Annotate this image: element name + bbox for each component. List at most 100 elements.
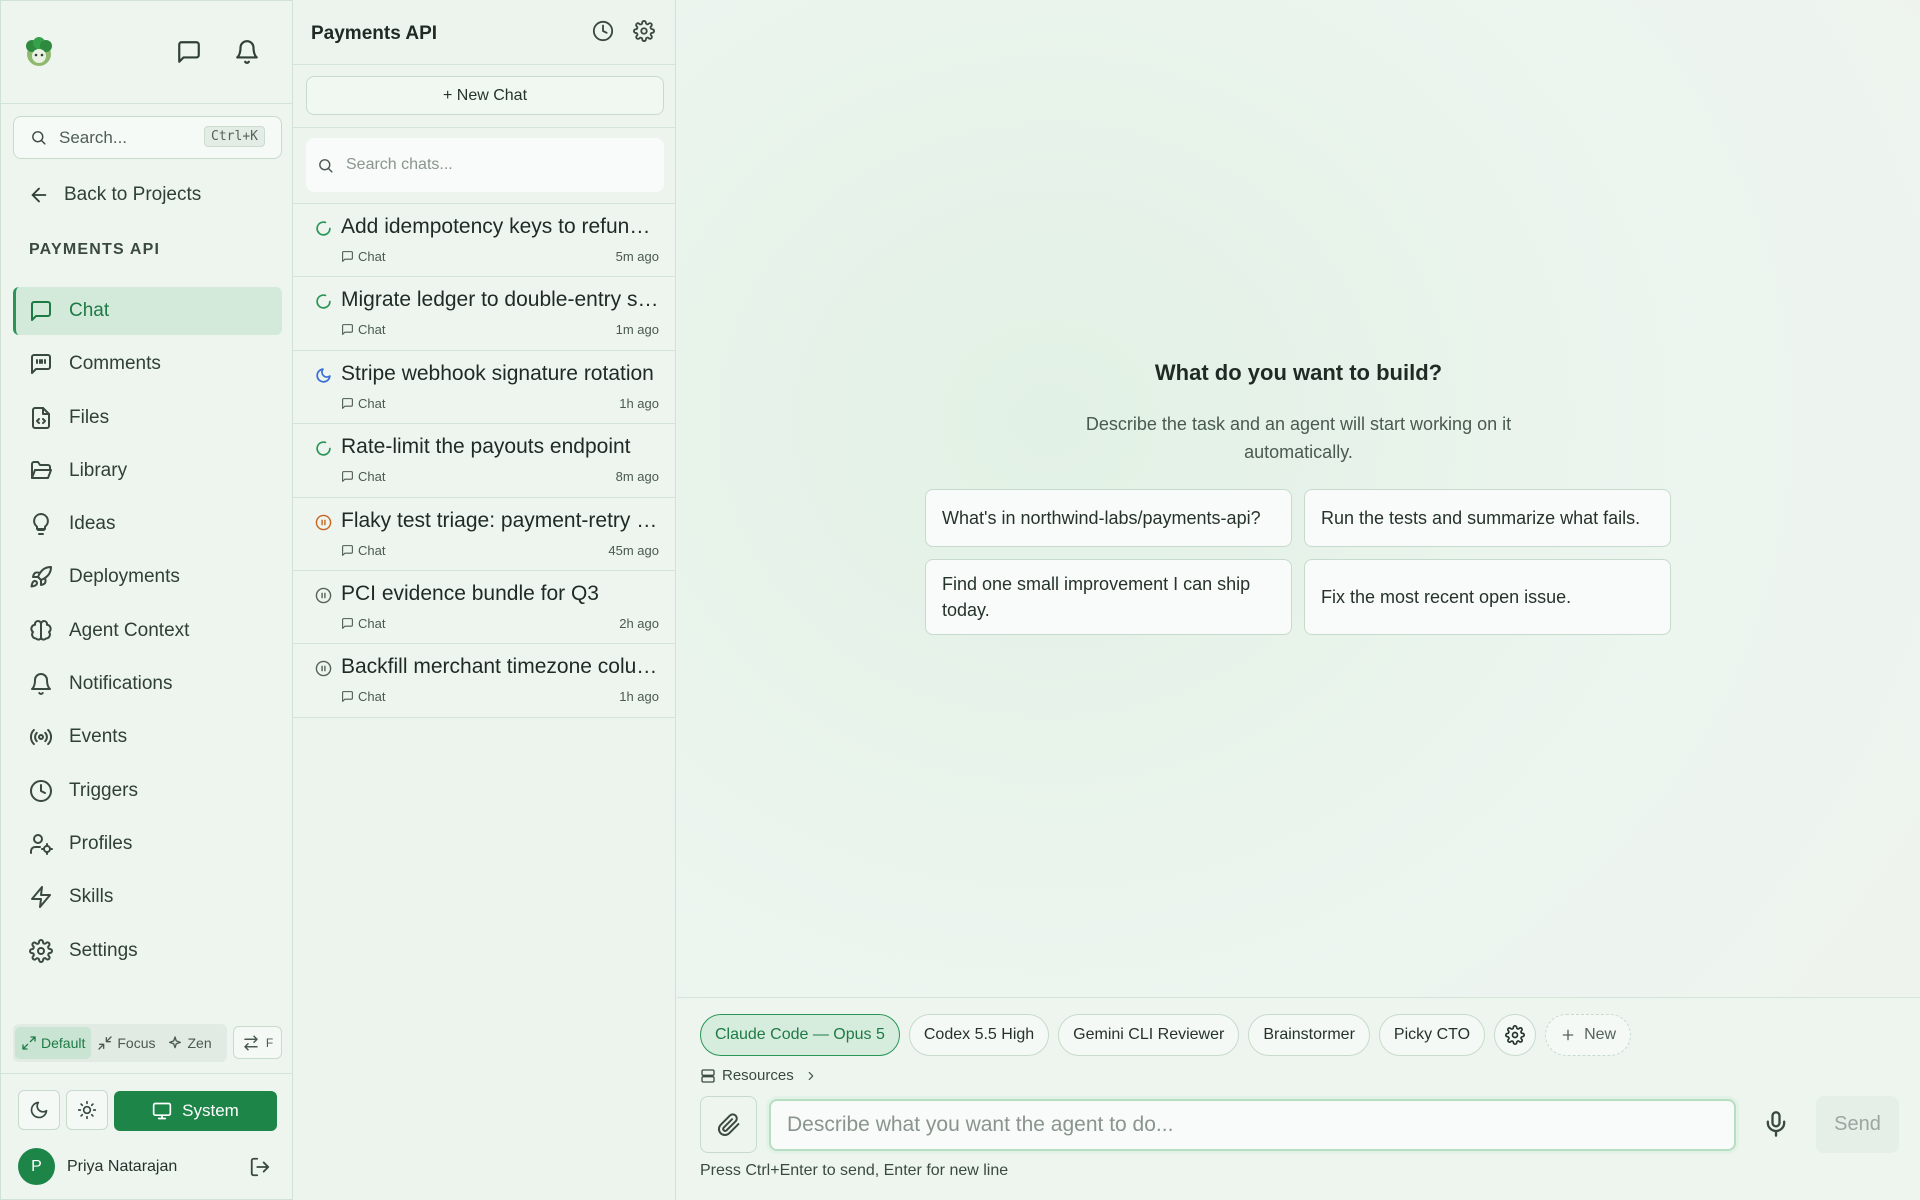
swap-shortcut-label: F <box>265 1035 274 1050</box>
list-item[interactable]: Migrate ledger to double-entry schema Cha… <box>293 277 675 351</box>
expand-icon <box>22 1036 36 1050</box>
dark-theme-button[interactable] <box>18 1090 60 1130</box>
theme-and-user-footer: System P Priya Natarajan <box>1 1073 294 1200</box>
new-agent-button[interactable]: New <box>1545 1014 1632 1056</box>
status-paused-icon <box>315 514 332 531</box>
mode-focus-label: Focus <box>117 1035 156 1051</box>
paperclip-icon <box>717 1112 739 1136</box>
sidebar-item-triggers[interactable]: Triggers <box>13 767 282 815</box>
message-square-icon <box>342 544 353 556</box>
main-area: What do you want to build? Describe the … <box>677 0 1920 1200</box>
attach-file-button[interactable] <box>700 1096 757 1153</box>
list-item[interactable]: Add idempotency keys to refund endpoint C… <box>293 204 675 278</box>
new-chat-button[interactable]: + New Chat <box>306 76 664 115</box>
sidebar-item-library[interactable]: Library <box>13 447 282 495</box>
gear-icon[interactable] <box>633 20 655 42</box>
sparkles-icon <box>169 1036 182 1049</box>
sidebar-item-chat[interactable]: Chat <box>13 287 282 335</box>
list-item[interactable]: PCI evidence bundle for Q3 Chat 2h ago <box>293 570 675 645</box>
chat-type-label: Chat <box>358 615 386 631</box>
clock-icon <box>30 779 52 802</box>
project-title: Payments API <box>311 23 438 44</box>
microphone-icon[interactable] <box>1762 1110 1790 1138</box>
chevron-right-icon <box>808 1071 814 1080</box>
chat-search-input[interactable]: Search chats... <box>306 138 664 192</box>
composer: Claude Code — Opus 5 Codex 5.5 High Gemi… <box>677 997 1920 1200</box>
list-item[interactable]: Stripe webhook signature rotation Chat 1h … <box>293 350 675 425</box>
app-logo-icon[interactable] <box>22 35 56 69</box>
mode-default-button[interactable]: Default <box>15 1027 92 1059</box>
sidebar-search[interactable]: Search... Ctrl+K <box>13 116 282 159</box>
monitor-icon <box>152 1102 172 1120</box>
list-item[interactable]: Rate-limit the payouts endpoint Chat 8m ag… <box>293 424 675 498</box>
swap-panels-button[interactable]: F <box>233 1026 282 1059</box>
radio-icon <box>29 729 53 746</box>
chat-timestamp: 2h ago <box>619 615 659 631</box>
system-theme-button[interactable]: System <box>114 1091 277 1131</box>
sidebar-item-label: Settings <box>69 939 138 961</box>
sidebar-item-comments[interactable]: Comments <box>13 340 282 388</box>
logout-icon[interactable] <box>249 1156 271 1178</box>
resources-label: Resources <box>722 1067 794 1084</box>
status-paused-icon <box>315 660 332 677</box>
chat-type-label: Chat <box>358 689 386 705</box>
message-square-icon <box>342 324 353 336</box>
messages-icon[interactable] <box>176 39 202 65</box>
status-paused-icon <box>315 587 332 604</box>
layout-mode-switcher: Default Focus Zen <box>13 1024 227 1062</box>
chat-type: Chat <box>341 616 385 631</box>
arrow-left-icon <box>31 187 47 203</box>
sidebar-item-files[interactable]: Files <box>13 394 282 442</box>
chat-search-placeholder: Search chats... <box>346 156 453 173</box>
suggestion-card[interactable]: What's in northwind-labs/payments-api? <box>925 489 1292 547</box>
server-icon <box>701 1068 715 1083</box>
status-idle-icon <box>315 367 332 384</box>
agent-chip[interactable]: Codex 5.5 High <box>908 1014 1050 1056</box>
sidebar-item-profiles[interactable]: Profiles <box>13 820 282 868</box>
list-item[interactable]: Flaky test triage: payment-retry worker C… <box>293 497 675 571</box>
agent-chip[interactable]: Brainstormer <box>1248 1014 1370 1056</box>
suggestion-card[interactable]: Run the tests and summarize what fails. <box>1304 489 1671 547</box>
suggestion-card[interactable]: Find one small improvement I can ship to… <box>925 559 1292 635</box>
chat-title: Rate-limit the payouts endpoint <box>341 435 631 459</box>
brain-icon <box>30 619 52 641</box>
prompt-input[interactable] <box>769 1099 1736 1151</box>
back-to-projects-link[interactable]: Back to Projects <box>28 184 201 206</box>
agent-chip[interactable]: Claude Code — Opus 5 <box>700 1014 900 1056</box>
history-icon[interactable] <box>592 20 614 42</box>
message-square-icon <box>342 691 353 703</box>
agent-selector: Claude Code — Opus 5 Codex 5.5 High Gemi… <box>700 1014 1632 1056</box>
message-quote-icon <box>31 354 51 375</box>
sidebar-item-settings[interactable]: Settings <box>13 927 282 975</box>
message-square-icon <box>31 301 51 321</box>
chat-list: Add idempotency keys to refund endpoint C… <box>293 203 675 718</box>
mode-zen-button[interactable]: Zen <box>161 1027 217 1059</box>
sidebar-item-agent-context[interactable]: Agent Context <box>13 607 282 655</box>
chat-type-label: Chat <box>358 395 386 411</box>
arrows-swap-icon <box>244 1035 258 1050</box>
sidebar-item-events[interactable]: Events <box>13 713 282 761</box>
sidebar-item-ideas[interactable]: Ideas <box>13 500 282 548</box>
resources-toggle[interactable]: Resources <box>700 1067 818 1084</box>
sidebar-item-deployments[interactable]: Deployments <box>13 553 282 601</box>
sidebar-item-skills[interactable]: Skills <box>13 873 282 921</box>
gear-icon <box>1505 1025 1525 1045</box>
mode-focus-button[interactable]: Focus <box>91 1027 161 1059</box>
list-item[interactable]: Backfill merchant timezone column Chat 1h … <box>293 644 675 718</box>
sidebar-item-label: Ideas <box>69 513 116 535</box>
status-running-icon <box>315 220 332 237</box>
chat-timestamp: 45m ago <box>608 542 659 558</box>
sidebar-item-notifications[interactable]: Notifications <box>13 660 282 708</box>
agent-chip[interactable]: Gemini CLI Reviewer <box>1058 1014 1240 1056</box>
suggestion-card[interactable]: Fix the most recent open issue. <box>1304 559 1671 635</box>
system-theme-label: System <box>182 1101 239 1120</box>
agent-chip[interactable]: Picky CTO <box>1378 1014 1486 1056</box>
send-button[interactable]: Send <box>1816 1096 1899 1153</box>
bell-icon[interactable] <box>234 39 260 65</box>
sidebar-header <box>1 1 292 104</box>
user-profile[interactable]: P Priya Natarajan <box>18 1148 177 1185</box>
light-theme-button[interactable] <box>66 1090 108 1130</box>
chat-timestamp: 1m ago <box>615 322 659 338</box>
agent-settings-button[interactable] <box>1494 1014 1537 1056</box>
sidebar-nav: Chat Comments Files Library Ideas Deploy… <box>13 287 282 980</box>
